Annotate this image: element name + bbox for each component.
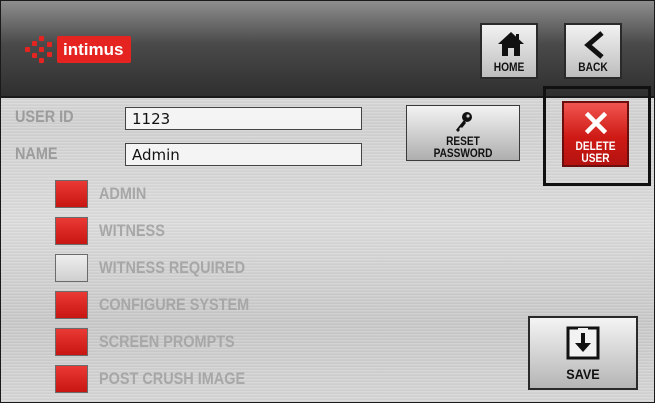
delete-user-label: DELETE USER [575,141,616,165]
permission-checkbox[interactable] [55,180,88,208]
permission-label: CONFIGURE SYSTEM [99,295,250,314]
save-label: SAVE [566,366,600,382]
permission-label: SCREEN PROMPTS [99,332,235,351]
reset-password-button[interactable]: RESET PASSWORD [406,105,520,161]
permission-label: POST CRUSH IMAGE [99,369,246,388]
permission-checkbox[interactable] [55,291,88,319]
permission-checkbox[interactable] [55,365,88,393]
header-bar: intimus HOME BACK [1,1,654,98]
logo-text: intimus [57,36,132,63]
save-icon [566,326,600,360]
permission-checkbox[interactable] [55,328,88,356]
back-button[interactable]: BACK [564,23,622,79]
close-icon [585,112,607,134]
name-field[interactable]: Admin [125,143,362,166]
permission-checkbox[interactable] [55,254,88,282]
delete-user-button[interactable]: DELETE USER [562,101,629,167]
logo-dots [23,36,57,63]
reset-password-label: RESET PASSWORD [433,136,493,160]
permission-label: WITNESS REQUIRED [99,258,246,277]
app-window: intimus HOME BACK USER ID 1123 NAME Admi… [0,0,655,403]
home-button[interactable]: HOME [480,23,538,79]
home-icon [498,32,524,56]
save-button[interactable]: SAVE [528,316,638,390]
user-id-label: USER ID [15,107,74,126]
permission-label: ADMIN [99,184,147,203]
home-label: HOME [493,60,525,74]
key-icon [456,112,472,132]
back-label: BACK [578,60,608,74]
permission-label: WITNESS [99,221,165,240]
chevron-left-icon [584,31,604,59]
intimus-logo: intimus [23,36,132,63]
permission-checkbox[interactable] [55,217,88,245]
user-id-field[interactable]: 1123 [125,107,362,130]
name-label: NAME [15,144,58,163]
